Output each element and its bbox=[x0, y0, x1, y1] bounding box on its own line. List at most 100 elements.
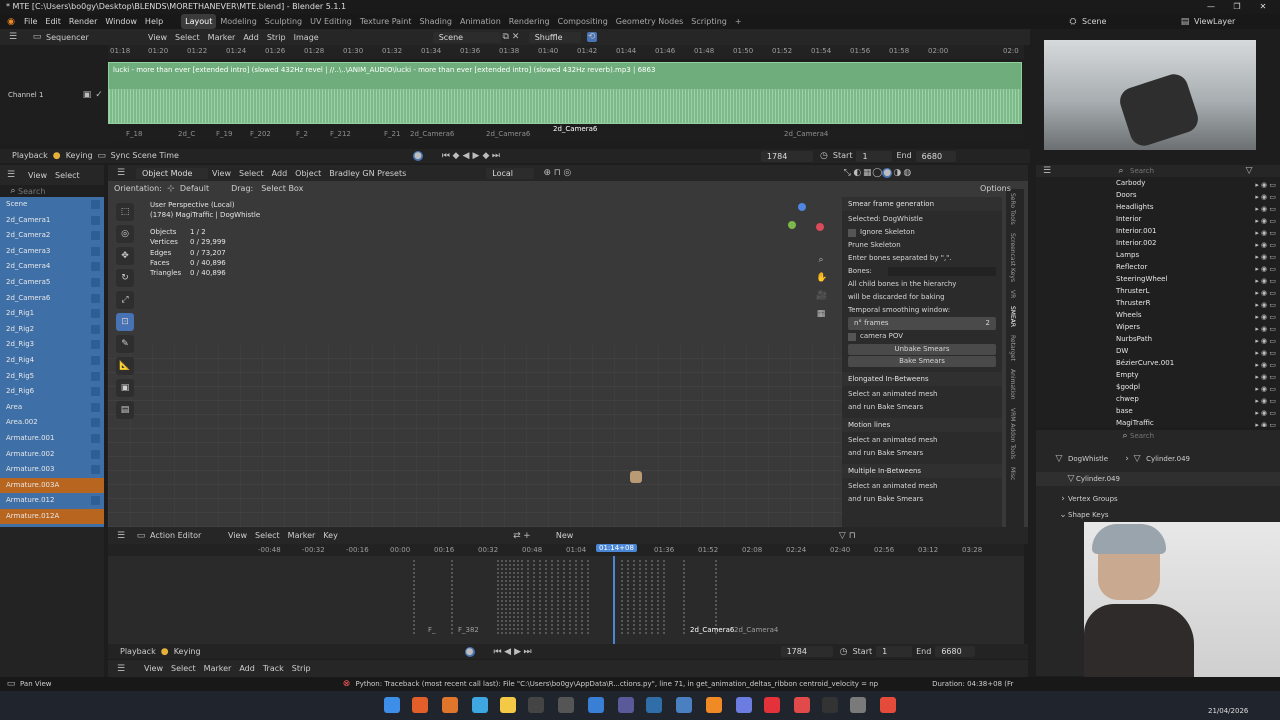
outliner-item[interactable]: 2d_Rig3 bbox=[0, 337, 104, 353]
outliner-item[interactable]: Doors ▸ ◉ ▭ bbox=[1036, 189, 1280, 201]
menu-render[interactable]: Render bbox=[65, 14, 101, 29]
add-workspace-button[interactable]: + bbox=[731, 14, 746, 29]
outliner-checkbox[interactable] bbox=[91, 324, 100, 334]
ae-menu-view[interactable]: View bbox=[224, 531, 251, 540]
outliner-item[interactable]: DW ▸ ◉ ▭ bbox=[1036, 345, 1280, 357]
outliner-item[interactable]: chwep ▸ ◉ ▭ bbox=[1036, 393, 1280, 405]
outliner-item[interactable]: 2d_Rig4 bbox=[0, 352, 104, 369]
new-action-button[interactable]: New bbox=[552, 531, 577, 540]
outliner-item[interactable]: MagiTraffic ▸ ◉ ▭ bbox=[1036, 417, 1280, 427]
nla-menu-strip[interactable]: Strip bbox=[288, 664, 315, 673]
outliner-item[interactable]: SteeringWheel ▸ ◉ ▭ bbox=[1036, 273, 1280, 285]
workspace-tab-uv-editing[interactable]: UV Editing bbox=[306, 14, 356, 29]
keying-menu[interactable]: Keying bbox=[62, 149, 97, 163]
cursor-tool-icon[interactable]: ◎ bbox=[116, 225, 134, 243]
blender-logo-icon[interactable]: ◉ bbox=[6, 17, 16, 27]
select-tool-icon[interactable]: ⬚ bbox=[116, 203, 134, 221]
vertex-groups-panel[interactable]: › Vertex Groups bbox=[1036, 492, 1280, 506]
jump-end-icon[interactable]: ⏭ bbox=[491, 151, 501, 161]
outliner-item[interactable]: Armature.012 bbox=[0, 493, 104, 509]
record-button[interactable]: ● bbox=[412, 151, 423, 161]
editor-type-icon[interactable]: ☰ bbox=[6, 170, 16, 180]
play-icon[interactable]: ▶ bbox=[471, 151, 481, 161]
snap-icon[interactable]: ⊓ bbox=[847, 531, 857, 541]
pivot-icon[interactable]: ⊕ bbox=[542, 168, 552, 178]
outliner-item[interactable]: 2d_Camera3 bbox=[0, 243, 104, 260]
navigation-gizmo[interactable] bbox=[780, 203, 824, 247]
error-message[interactable]: Python: Traceback (most recent call last… bbox=[351, 680, 882, 688]
outliner-item[interactable]: ThrusterL ▸ ◉ ▭ bbox=[1036, 285, 1280, 297]
sidebar-tab[interactable]: Animation bbox=[1006, 365, 1019, 404]
lo-menu-select[interactable]: Select bbox=[51, 171, 84, 180]
material-shading-icon[interactable]: ◑ bbox=[892, 168, 902, 178]
vp-menu-object[interactable]: Object bbox=[291, 169, 325, 178]
jump-start-icon[interactable]: ⏮ bbox=[493, 647, 503, 657]
nla-menu-add[interactable]: Add bbox=[235, 664, 259, 673]
outliner-item[interactable]: 2d_Rig1 bbox=[0, 306, 104, 322]
3d-viewport[interactable]: ⬚ ◎ ✥ ↻ ⤢ ⊡ ✎ 📐 ▣ ▤ User Perspective (Lo… bbox=[108, 165, 1028, 527]
marker[interactable]: 2d_Camera4 bbox=[784, 130, 828, 138]
outliner-item[interactable]: Armature.012A bbox=[0, 508, 104, 525]
motion-lines-section-header[interactable]: Motion lines bbox=[842, 418, 1002, 432]
outliner-checkbox[interactable] bbox=[91, 433, 100, 443]
outliner-item[interactable]: Armature.003A bbox=[0, 477, 104, 494]
ignore-skeleton-checkbox[interactable]: Ignore Skeleton bbox=[842, 226, 1002, 239]
outliner-checkbox[interactable] bbox=[91, 277, 100, 287]
jump-end-icon[interactable]: ⏭ bbox=[523, 647, 533, 657]
current-frame-field[interactable]: 1784 bbox=[780, 646, 833, 657]
editor-type-icon[interactable]: ☰ bbox=[1042, 166, 1052, 176]
outliner-item[interactable]: $godpl ▸ ◉ ▭ bbox=[1036, 381, 1280, 393]
audio-strip[interactable]: lucki - more than ever [extended intro] … bbox=[108, 62, 1022, 124]
seq-menu-image[interactable]: Image bbox=[290, 33, 323, 42]
outliner-checkbox[interactable] bbox=[91, 496, 100, 506]
playback-menu[interactable]: Playback bbox=[8, 149, 52, 163]
sidebar-tab[interactable]: Misc bbox=[1006, 463, 1019, 484]
channel-lock-icon[interactable]: ▣ bbox=[82, 90, 92, 100]
vp-menu-bradley-presets[interactable]: Bradley GN Presets bbox=[325, 169, 410, 178]
marker[interactable]: 2d_Camera6 bbox=[410, 130, 454, 138]
workspace-tab-geometry-nodes[interactable]: Geometry Nodes bbox=[612, 14, 687, 29]
next-key-icon[interactable]: ◆ bbox=[481, 151, 491, 161]
outliner-item[interactable]: Empty ▸ ◉ ▭ bbox=[1036, 369, 1280, 381]
lo-search-input[interactable]: Search bbox=[18, 187, 45, 196]
play-icon[interactable]: ▶ bbox=[513, 647, 523, 657]
visibility-toggle-icons[interactable]: ▸ ◉ ▭ bbox=[1255, 419, 1276, 427]
sequencer-ruler[interactable]: 01:18 01:20 01:22 01:24 01:26 01:28 01:3… bbox=[108, 45, 1024, 59]
outliner-item[interactable]: Area bbox=[0, 399, 104, 416]
grid-view-icon[interactable]: ▦ bbox=[816, 309, 826, 319]
seq-menu-select[interactable]: Select bbox=[171, 33, 204, 42]
outliner-item[interactable]: Headlights ▸ ◉ ▭ bbox=[1036, 201, 1280, 213]
workspace-tab-sculpting[interactable]: Sculpting bbox=[261, 14, 306, 29]
prev-key-icon[interactable]: ◆ bbox=[451, 151, 461, 161]
start-field[interactable]: 1 bbox=[856, 150, 893, 162]
outliner-item[interactable]: Carbody ▸ ◉ ▭ bbox=[1036, 177, 1280, 189]
action-browse-icon[interactable]: ⇄ bbox=[512, 531, 522, 541]
close-button[interactable]: ✕ bbox=[1250, 0, 1276, 14]
marker[interactable]: 2d_C bbox=[178, 130, 195, 138]
nla-menu-view[interactable]: View bbox=[140, 664, 167, 673]
view-layer-selector[interactable]: ▤ ViewLayer bbox=[1180, 14, 1239, 29]
pan-hand-icon[interactable]: ✋ bbox=[816, 273, 827, 283]
transform-orientation-dropdown[interactable]: Local bbox=[486, 167, 535, 179]
sequencer-editor-label[interactable]: Sequencer bbox=[42, 33, 122, 42]
outliner-item[interactable]: 2d_Camera6 bbox=[0, 290, 104, 307]
folder-icon[interactable] bbox=[500, 697, 516, 713]
vp-menu-view[interactable]: View bbox=[208, 169, 235, 178]
shape-keys-panel[interactable]: ⌄ Shape Keys bbox=[1036, 508, 1280, 522]
outliner-checkbox[interactable] bbox=[91, 449, 100, 459]
sidebar-tab[interactable]: Retarget bbox=[1006, 331, 1019, 365]
ae-marker[interactable]: 2d_Camera4 bbox=[734, 626, 778, 634]
outliner-checkbox[interactable] bbox=[91, 246, 100, 256]
workspace-tab-scripting[interactable]: Scripting bbox=[687, 14, 731, 29]
snap-icon[interactable]: ⟲ bbox=[586, 32, 597, 42]
view-layer-name[interactable]: ViewLayer bbox=[1190, 14, 1239, 29]
outliner-item[interactable]: 2d_Rig6 bbox=[0, 384, 104, 400]
editor-type-icon[interactable]: ☰ bbox=[116, 531, 126, 541]
maximize-button[interactable]: ❐ bbox=[1224, 0, 1250, 14]
outliner-item[interactable]: Interior ▸ ◉ ▭ bbox=[1036, 213, 1280, 225]
outliner-item[interactable]: Wheels ▸ ◉ ▭ bbox=[1036, 309, 1280, 321]
sidebar-tab-active[interactable]: SMEAR bbox=[1006, 302, 1019, 331]
editor-type-icon[interactable]: ☰ bbox=[8, 32, 18, 42]
menu-file[interactable]: File bbox=[20, 14, 41, 29]
edge-icon[interactable] bbox=[472, 697, 488, 713]
